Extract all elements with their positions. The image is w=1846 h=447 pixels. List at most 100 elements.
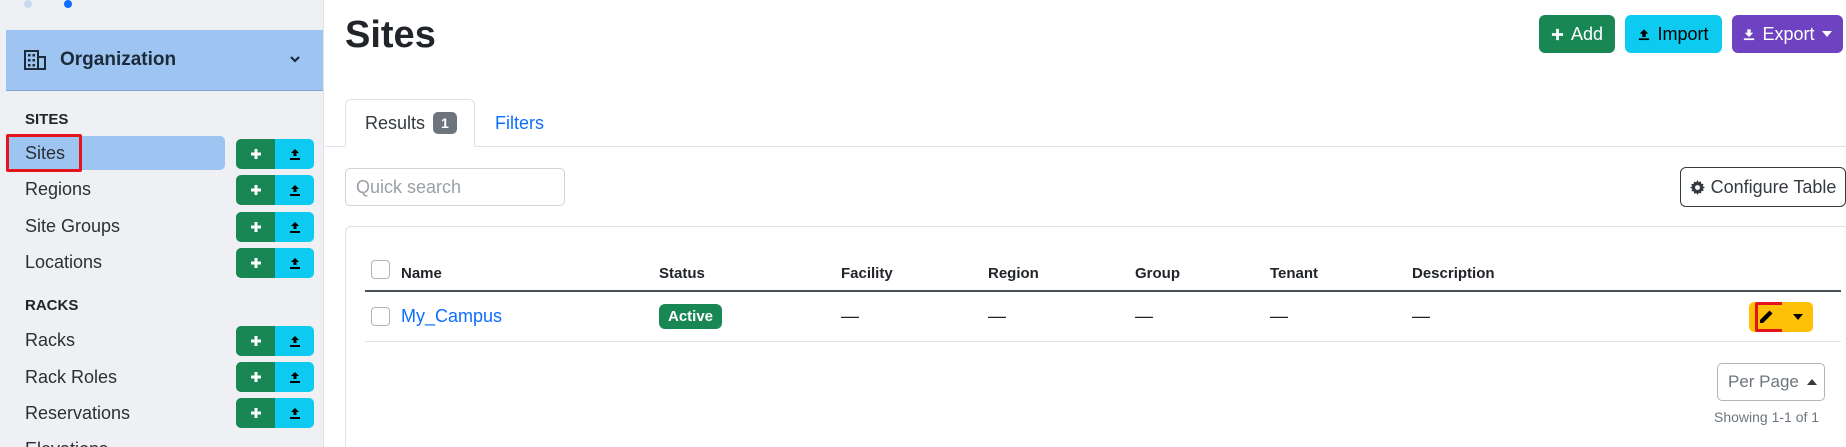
sidebar-item-label: Site Groups (25, 215, 121, 236)
organization-menu-header[interactable]: Organization (6, 30, 323, 91)
sidebar-item-rack-roles[interactable]: Rack Roles (8, 360, 225, 394)
upload-icon (289, 408, 300, 419)
section-title-racks: RACKS (25, 297, 79, 314)
add-reservation-button[interactable] (236, 398, 275, 428)
import-rack-button[interactable] (275, 326, 314, 356)
sites-action-buttons (236, 139, 314, 169)
upload-icon (289, 185, 300, 196)
add-location-button[interactable] (236, 248, 275, 278)
row-actions-dropdown-button[interactable] (1782, 302, 1813, 332)
add-rack-button[interactable] (236, 326, 275, 356)
import-location-button[interactable] (275, 248, 314, 278)
column-header-tenant[interactable]: Tenant (1270, 265, 1318, 282)
tab-results[interactable]: Results 1 (345, 99, 475, 147)
reservations-action-buttons (236, 398, 314, 428)
column-header-name[interactable]: Name (401, 265, 442, 282)
regions-action-buttons (236, 175, 314, 205)
import-site-button[interactable] (275, 139, 314, 169)
sidebar: Organization SITES Sites Regions Site Gr… (0, 0, 324, 447)
column-header-group[interactable]: Group (1135, 265, 1180, 282)
per-page-dropdown[interactable]: Per Page (1717, 363, 1825, 401)
select-all-checkbox[interactable] (371, 260, 390, 279)
sidebar-item-regions[interactable]: Regions (8, 172, 225, 206)
export-button[interactable]: Export (1732, 15, 1843, 53)
column-header-status[interactable]: Status (659, 265, 705, 282)
locations-action-buttons (236, 248, 314, 278)
sidebar-item-locations[interactable]: Locations (8, 245, 225, 279)
configure-table-label: Configure Table (1710, 176, 1837, 197)
app-window: Organization SITES Sites Regions Site Gr… (0, 0, 1846, 447)
upload-icon (1638, 28, 1650, 41)
results-table-card (345, 226, 1846, 447)
sidebar-item-reservations[interactable]: Reservations (8, 396, 225, 430)
gear-icon (1689, 179, 1705, 195)
tab-filters-label: Filters (495, 112, 544, 133)
import-site-group-button[interactable] (275, 212, 314, 242)
site-name-link[interactable]: My_Campus (401, 306, 502, 327)
sidebar-item-label: Rack Roles (25, 366, 118, 387)
plus-icon (1551, 28, 1564, 41)
table-row-divider (365, 341, 1841, 342)
export-button-label: Export (1762, 23, 1815, 44)
column-header-description[interactable]: Description (1412, 265, 1495, 282)
search-input[interactable]: Quick search (345, 168, 565, 206)
tenant-cell: — (1270, 306, 1288, 326)
search-placeholder: Quick search (356, 176, 462, 197)
rack-roles-action-buttons (236, 362, 314, 392)
tab-filters[interactable]: Filters (495, 99, 544, 147)
group-cell: — (1135, 306, 1153, 326)
upload-icon (289, 372, 300, 383)
sidebar-item-site-groups[interactable]: Site Groups (8, 209, 225, 243)
add-rack-role-button[interactable] (236, 362, 275, 392)
plus-icon (250, 258, 261, 268)
upload-icon (289, 336, 300, 347)
add-region-button[interactable] (236, 175, 275, 205)
download-icon (1743, 28, 1755, 41)
plus-icon (250, 185, 261, 195)
add-button[interactable]: Add (1539, 15, 1615, 53)
organization-menu-label: Organization (60, 49, 177, 70)
plus-icon (250, 222, 261, 232)
plus-icon (250, 149, 261, 159)
racks-action-buttons (236, 326, 314, 356)
add-site-button[interactable] (236, 139, 275, 169)
section-title-sites: SITES (25, 111, 69, 128)
status-badge: Active (659, 304, 723, 329)
plus-icon (250, 336, 261, 346)
region-cell: — (988, 306, 1006, 326)
plus-icon (250, 408, 261, 418)
import-button-label: Import (1657, 23, 1709, 44)
highlight-box (6, 134, 82, 172)
tab-results-label: Results (365, 112, 426, 133)
sidebar-item-label: Reservations (25, 402, 131, 423)
upload-icon (289, 149, 300, 160)
chevron-down-icon (288, 52, 302, 71)
facility-cell: — (841, 306, 859, 326)
sidebar-item-label: Racks (25, 329, 76, 350)
add-button-label: Add (1570, 23, 1604, 44)
dot-icon (64, 0, 72, 8)
upload-icon (289, 258, 300, 269)
sidebar-item-label: Locations (25, 251, 103, 272)
column-header-facility[interactable]: Facility (841, 265, 893, 282)
row-checkbox[interactable] (371, 307, 390, 326)
building-icon (24, 50, 46, 70)
import-rack-role-button[interactable] (275, 362, 314, 392)
caret-down-icon (1792, 314, 1803, 320)
dot-icon (24, 0, 32, 8)
upload-icon (289, 222, 300, 233)
column-header-region[interactable]: Region (988, 265, 1039, 282)
pagination-summary: Showing 1-1 of 1 (1714, 409, 1820, 425)
import-reservation-button[interactable] (275, 398, 314, 428)
configure-table-button[interactable]: Configure Table (1680, 167, 1846, 207)
import-button[interactable]: Import (1625, 15, 1722, 53)
site-groups-action-buttons (236, 212, 314, 242)
table-header-divider (365, 290, 1841, 292)
sidebar-item-elevations[interactable]: Elevations (8, 432, 225, 447)
page-title: Sites (345, 14, 436, 56)
import-region-button[interactable] (275, 175, 314, 205)
caret-up-icon (1806, 379, 1817, 385)
sidebar-item-racks[interactable]: Racks (8, 323, 225, 357)
add-site-group-button[interactable] (236, 212, 275, 242)
tabs-divider (325, 146, 1846, 147)
